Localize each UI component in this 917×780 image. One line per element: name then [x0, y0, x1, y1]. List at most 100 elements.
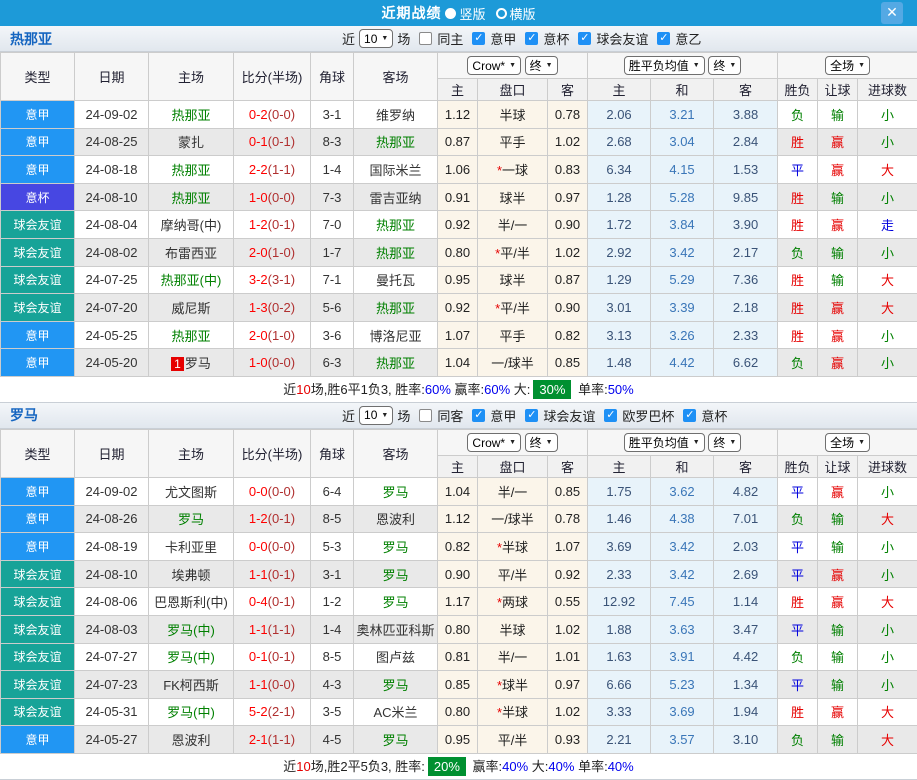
filter-league-label[interactable]: 意杯	[543, 29, 569, 48]
handicap-line: *平/半	[477, 237, 548, 267]
avg-draw: 3.57	[650, 725, 715, 754]
odds-away: 1.01	[546, 642, 589, 672]
score-halftime: 2-0(1-0)	[233, 237, 311, 267]
rounds-select[interactable]: 10 ▼	[359, 405, 394, 425]
avg-lose: 2.03	[713, 532, 779, 561]
handicap-star: *	[496, 595, 503, 611]
avg-draw: 3.42	[650, 237, 715, 267]
result-outcome: 胜	[777, 210, 819, 239]
checked-checkbox-icon[interactable]: ✓	[657, 32, 671, 45]
match-date: 24-05-25	[74, 320, 149, 350]
avg-win: 1.75	[587, 476, 652, 506]
avg-draw: 3.39	[650, 293, 715, 322]
radio-horizontal-label[interactable]: 横版	[510, 4, 536, 23]
avg-draw: 3.42	[650, 532, 715, 561]
corner-count: 5-3	[310, 532, 354, 561]
match-date: 24-08-04	[74, 210, 149, 239]
match-date: 24-05-20	[74, 348, 149, 377]
halftime-score: (1-1)	[267, 161, 296, 177]
unchecked-checkbox-icon[interactable]	[419, 32, 433, 45]
avg-lose: 2.17	[713, 237, 779, 267]
filter-league-label[interactable]: 意乙	[675, 29, 701, 48]
table-row: 意甲 24-09-02 热那亚 0-2(0-0) 3-1 维罗纳 1.12 半球 0.78 2.0…	[0, 100, 917, 129]
company-select[interactable]: Crow* ▼	[467, 56, 522, 76]
column-header: 比分(半场)	[233, 52, 311, 101]
league-type-badge: 球会友谊	[0, 210, 75, 239]
match-date: 24-08-10	[74, 182, 149, 212]
close-icon[interactable]: ✕	[881, 2, 903, 24]
filter-league-label[interactable]: 球会友谊	[543, 406, 595, 425]
avg-select-value: 胜平负均值	[628, 59, 689, 73]
result-goals: 小	[857, 642, 917, 672]
filter-league-label[interactable]: 意杯	[701, 406, 727, 425]
rounds-select-value: 10	[364, 31, 378, 46]
avg-draw: 5.23	[650, 670, 715, 699]
checked-checkbox-icon[interactable]: ✓	[683, 408, 697, 422]
avg-select[interactable]: 胜平负均值 ▼	[623, 432, 705, 452]
avg-select[interactable]: 胜平负均值 ▼	[623, 56, 705, 75]
fulltime-score: 1-2	[248, 511, 268, 527]
odds-away: 0.78	[546, 504, 589, 534]
filter-league-label[interactable]: 欧罗巴杯	[622, 406, 674, 425]
league-type-badge: 意甲	[0, 127, 75, 157]
league-type-badge: 球会友谊	[0, 265, 75, 295]
final-select[interactable]: 终 ▼	[708, 432, 742, 452]
final-select[interactable]: 终 ▼	[524, 55, 558, 75]
column-header: 主场	[148, 52, 234, 101]
column-header: 客场	[353, 428, 438, 478]
rounds-select[interactable]: 10 ▼	[359, 29, 394, 48]
fulltime-select[interactable]: 全场 ▼	[825, 432, 871, 452]
radio-vertical-label[interactable]: 竖版	[459, 4, 485, 23]
column-header: 类型	[0, 52, 75, 101]
final-select-value: 终	[713, 59, 726, 73]
avg-draw: 5.28	[650, 182, 715, 212]
checked-checkbox-icon[interactable]: ✓	[525, 408, 539, 422]
final-select-value: 终	[529, 435, 542, 450]
avg-win: 1.72	[587, 210, 652, 239]
score-halftime: 1-1(1-1)	[233, 614, 311, 644]
avg-draw: 3.84	[650, 210, 715, 239]
checked-checkbox-icon[interactable]: ✓	[604, 408, 618, 422]
chevron-down-icon: ▼	[692, 438, 700, 446]
avg-draw: 5.29	[650, 265, 715, 295]
filter-league-label[interactable]: 球会友谊	[596, 29, 648, 48]
filter-league-label[interactable]: 意甲	[490, 29, 516, 48]
handicap-line: 半球	[477, 100, 548, 129]
away-team: 罗马	[353, 476, 438, 506]
company-select[interactable]: Crow* ▼	[467, 433, 522, 453]
avg-group-header: 胜平负均值 ▼ 终 ▼	[587, 428, 779, 456]
unchecked-checkbox-icon[interactable]	[419, 408, 433, 422]
result-handicap: 赢	[817, 559, 859, 589]
result-goals: 大	[857, 293, 917, 322]
same-venue-label[interactable]: 同客	[437, 406, 463, 425]
radio-vertical-icon[interactable]	[445, 7, 457, 19]
fulltime-select[interactable]: 全场 ▼	[825, 56, 871, 75]
final-select[interactable]: 终 ▼	[708, 56, 742, 75]
result-handicap: 输	[817, 504, 859, 534]
table-row: 意甲 24-05-20 1 罗马 1-0(0-0) 6-3 热那亚 1.04 一/球半 0.85 1…	[0, 348, 917, 377]
final-select[interactable]: 终 ▼	[524, 432, 558, 452]
checked-checkbox-icon[interactable]: ✓	[525, 32, 539, 45]
away-team: 热那亚	[353, 293, 438, 322]
result-goals: 大	[857, 697, 917, 727]
checked-checkbox-icon[interactable]: ✓	[472, 32, 486, 45]
table-row: 意甲 24-05-25 热那亚 2-0(1-0) 3-6 博洛尼亚 1.07 平手 0.82 3.…	[0, 320, 917, 350]
corner-count: 6-3	[310, 348, 354, 377]
filter-league-label[interactable]: 意甲	[490, 406, 516, 425]
handicap-line: *一球	[477, 155, 548, 184]
chevron-down-icon: ▼	[545, 61, 553, 69]
column-header: 比分(半场)	[233, 428, 311, 478]
same-venue-label[interactable]: 同主	[437, 29, 463, 48]
result-goals: 小	[857, 670, 917, 699]
corner-count: 8-3	[310, 127, 354, 157]
corner-count: 8-5	[310, 642, 354, 672]
checked-checkbox-icon[interactable]: ✓	[578, 32, 592, 45]
avg-lose: 1.34	[713, 670, 779, 699]
avg-group-header: 胜平负均值 ▼ 终 ▼	[587, 52, 779, 79]
home-team: 热那亚	[148, 100, 234, 129]
radio-horizontal-icon[interactable]	[495, 7, 507, 19]
halftime-score: (0-1)	[267, 511, 296, 527]
checked-checkbox-icon[interactable]: ✓	[472, 408, 486, 422]
odds-home: 1.06	[437, 155, 478, 184]
subcolumn-header: 胜负	[777, 454, 819, 478]
